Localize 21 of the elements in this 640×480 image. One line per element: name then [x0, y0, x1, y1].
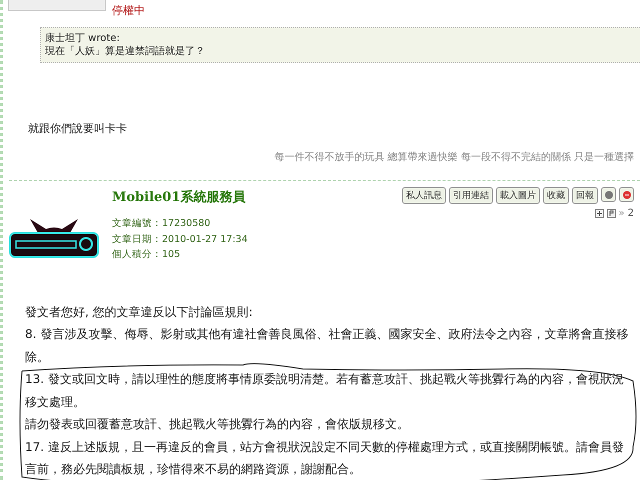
action-button[interactable]: 回報	[572, 187, 598, 204]
username-link[interactable]: Mobile01系統服務員	[112, 188, 402, 206]
post-meta: 文章編號：17230580	[112, 217, 212, 231]
signature-text: 每一件不得不放手的玩具 總算帶來過快樂 每一段不得不完結的關係 只是一種選擇	[273, 150, 634, 164]
floor-number: 2	[628, 208, 634, 219]
quote-text: 現在「人妖」算是違禁詞語就是了？	[45, 45, 206, 58]
status-label: 停權中	[112, 3, 145, 18]
rule-paragraph: 8. 發言涉及攻擊、侮辱、影射或其他有違社會善良風俗、社會正義、國家安全、政府法令之內容，文章將會直接移除。	[25, 326, 630, 366]
post-meta: 文章日期：2010-01-27 17:34	[112, 232, 249, 246]
action-button[interactable]: 引用連結	[449, 187, 493, 204]
quote-author: 康士坦丁 wrote:	[45, 32, 121, 45]
action-button[interactable]: 載入圖片	[496, 187, 540, 204]
rule-paragraph: 13. 發文或回文時，請以理性的態度將事情原委說明清楚。若有蓄意攻訐、挑起戰火等挑釁行為的內容，會視狀況移文處理。	[25, 371, 625, 410]
post-text: 就跟你們說要叫卡卡	[28, 121, 128, 136]
post-meta: 個人積分：105	[112, 248, 182, 262]
rule-paragraph: 請勿發表或回覆蓄意攻訐、挑起戰火等挑釁行為的內容，會依版規移文。	[25, 416, 410, 433]
action-button[interactable]: 私人訊息	[402, 187, 446, 204]
floor-arrow: »	[618, 208, 625, 219]
rule-paragraph: 發文者您好, 您的文章違反以下討論區規則:	[25, 304, 254, 320]
rule-paragraph: 17. 違反上述版規，且一再違反的會員，站方會視狀況設定不同天數的停權處理方式，或直接關閉帳號。請會員發言前，務必先閱讀板規，珍惜得來不易的網路資源，謝謝配合。	[25, 438, 625, 478]
action-button[interactable]: 收藏	[543, 187, 569, 204]
